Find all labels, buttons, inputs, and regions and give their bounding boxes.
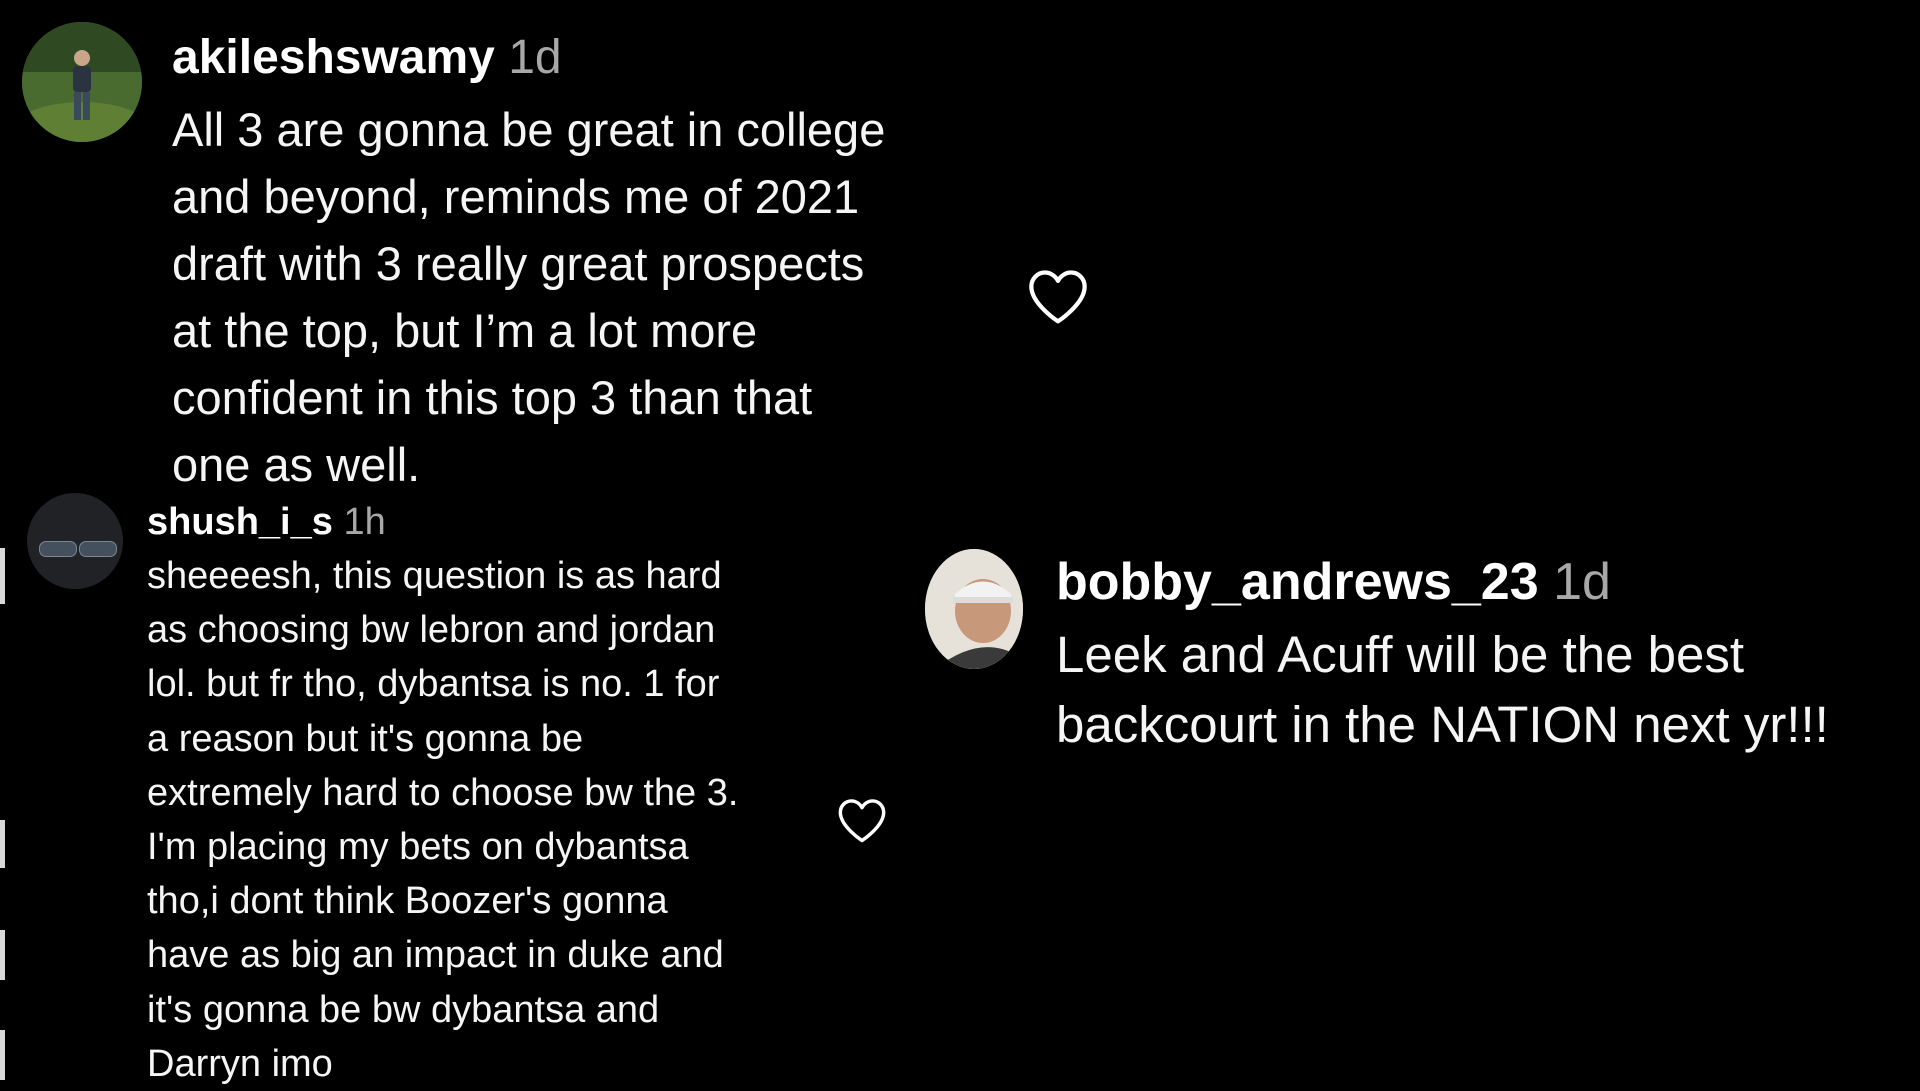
timestamp: 1d [1553, 553, 1611, 611]
comment-line: draft with 3 really great prospects [172, 237, 865, 290]
comment-line: extremely hard to choose bw the 3. [147, 771, 739, 814]
comment-line: Leek and Acuff will be the best [1056, 626, 1745, 683]
comment-line: confident in this top 3 than that [172, 371, 813, 424]
comment-line: have as big an impact in duke and [147, 934, 724, 977]
comment-header: shush_i_s 1h [147, 499, 386, 545]
like-heart-icon[interactable] [1026, 266, 1090, 326]
edge-fragment [0, 548, 5, 604]
avatar-photo [925, 549, 1023, 669]
comment-header: bobby_andrews_23 1d [1056, 552, 1611, 612]
avatar-photo [22, 22, 142, 142]
comment-line: a reason but it's gonna be [147, 717, 584, 760]
comment-line: sheeeesh, this question is as hard [147, 555, 722, 597]
comment-line: All 3 are gonna be great in college [172, 103, 886, 156]
comment-text: Leek and Acuff will be the best backcour… [1056, 620, 1829, 760]
comment-line: at the top, but I’m a lot more [172, 304, 758, 357]
edge-fragment [0, 820, 5, 868]
comment-line: backcourt in the NATION next yr!!! [1056, 696, 1829, 753]
comment-text: sheeeesh, this question is as hard as ch… [147, 549, 738, 1091]
comment-line: one as well. [172, 438, 421, 491]
avatar[interactable] [925, 549, 1023, 669]
avatar[interactable] [22, 22, 142, 142]
timestamp: 1d [508, 31, 562, 84]
comment-line: Darryn imo [147, 1042, 333, 1085]
edge-fragment [0, 1030, 5, 1080]
username[interactable]: shush_i_s [147, 501, 333, 543]
comment-line: lol. but fr tho, dybantsa is no. 1 for [147, 663, 720, 706]
edge-fragment [0, 930, 5, 980]
comment-line: and beyond, reminds me of 2021 [172, 170, 860, 223]
comment-line: tho,i dont think Boozer's gonna [147, 880, 668, 923]
comment-line: it's gonna be bw dybantsa and [147, 988, 660, 1031]
comment-text: All 3 are gonna be great in college and … [172, 96, 885, 498]
comment-line: as choosing bw lebron and jordan [147, 609, 716, 652]
comment-line: I'm placing my bets on dybantsa [147, 826, 689, 869]
avatar-pill [79, 541, 117, 557]
avatar-pill [39, 541, 77, 557]
like-heart-icon[interactable] [836, 796, 888, 844]
timestamp: 1h [343, 501, 386, 543]
comment-header: akileshswamy 1d [172, 30, 562, 86]
username[interactable]: bobby_andrews_23 [1056, 553, 1539, 611]
avatar[interactable] [27, 493, 123, 589]
username[interactable]: akileshswamy [172, 31, 495, 84]
